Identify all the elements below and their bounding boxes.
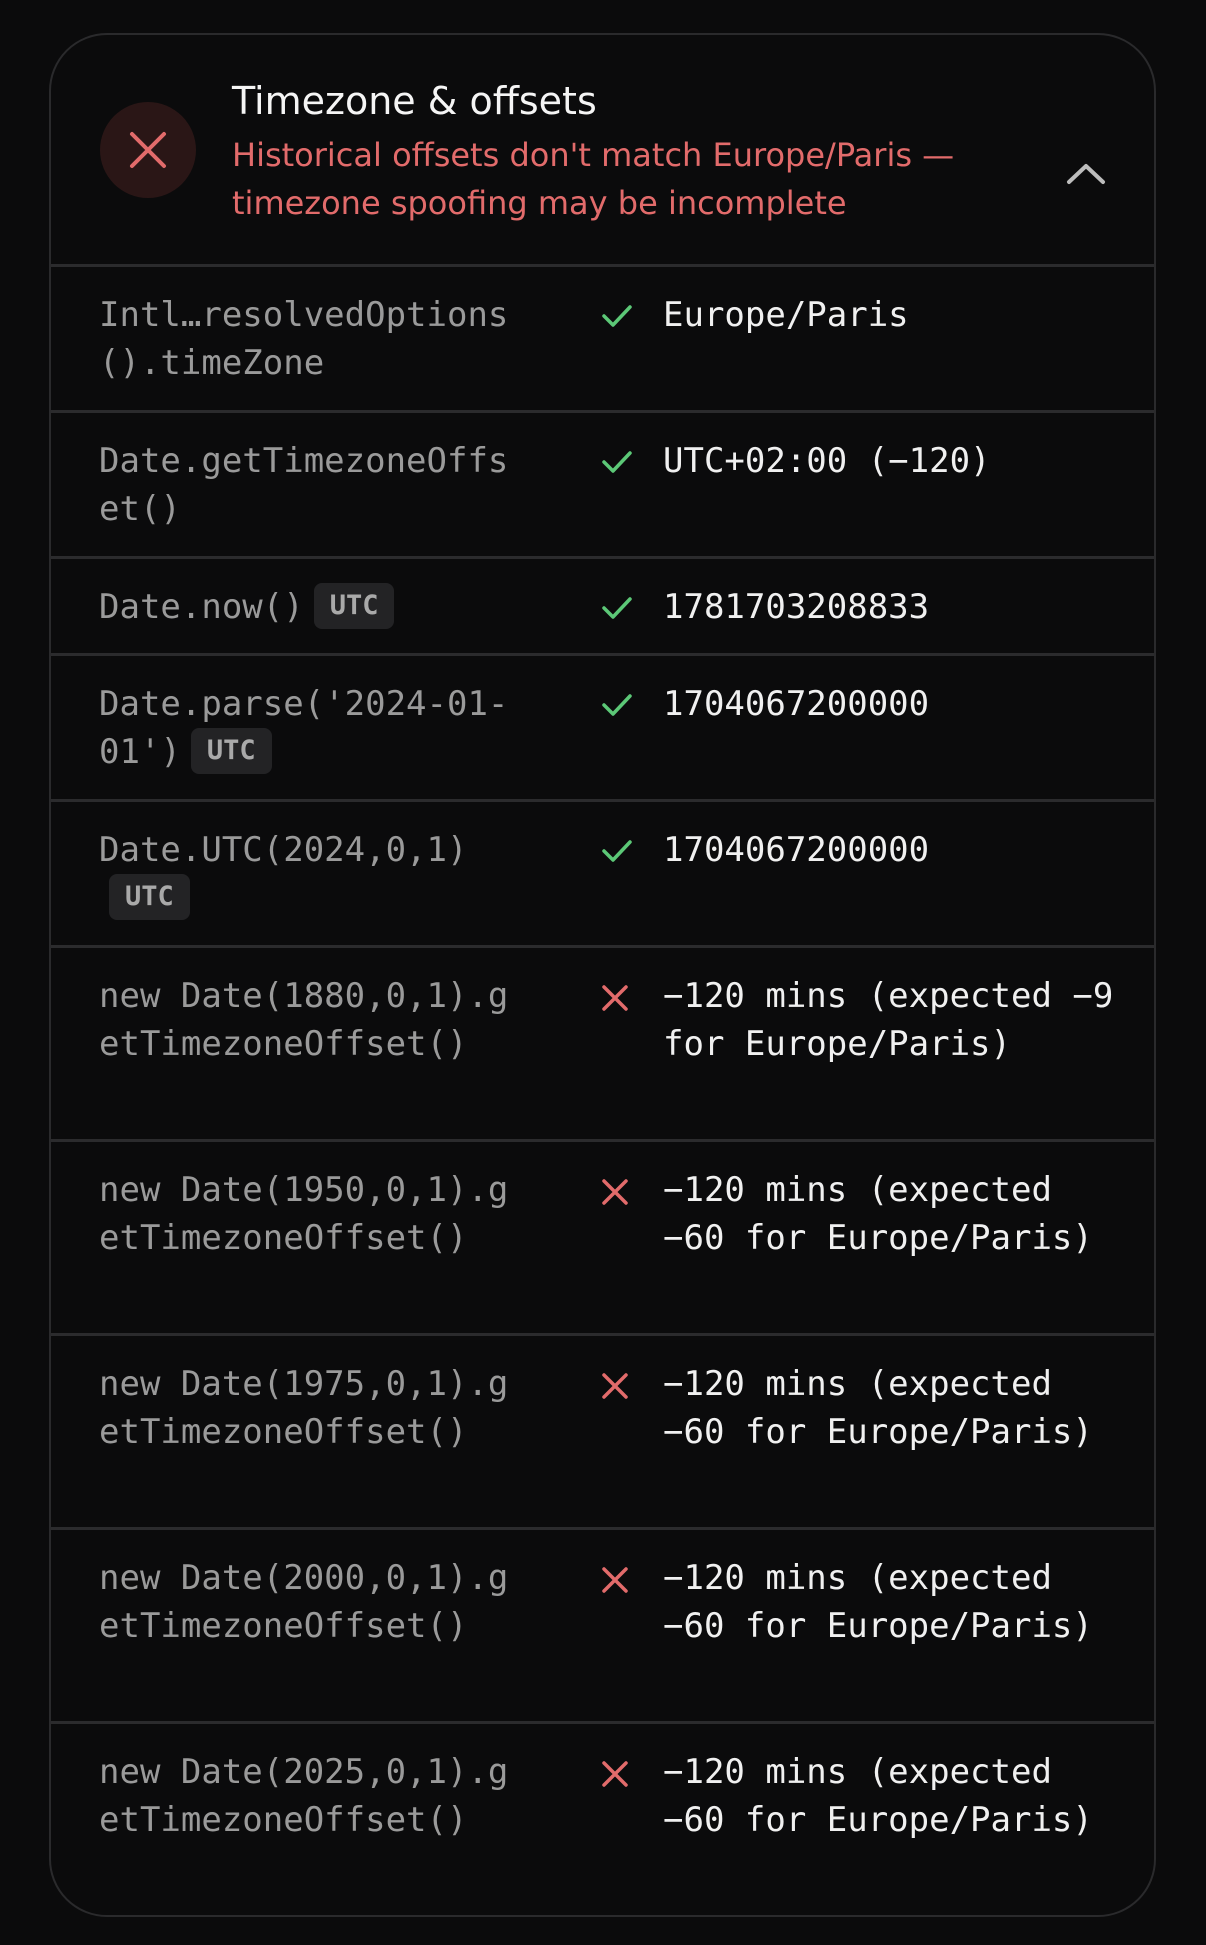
check-value: −120 mins (expected −60 for Europe/Paris…	[663, 1752, 1093, 1840]
check-key-label: Date.now()	[99, 587, 304, 627]
check-value: −120 mins (expected −60 for Europe/Paris…	[663, 1170, 1093, 1258]
check-key: new Date(2025,0,1).getTimezoneOffset()	[99, 1748, 519, 1844]
timezone-panel: Timezone & offsets Historical offsets do…	[49, 33, 1156, 1917]
check-key-label: new Date(2025,0,1).getTimezoneOffset()	[99, 1752, 509, 1840]
cross-icon	[597, 1748, 637, 1796]
check-key-label: new Date(1950,0,1).getTimezoneOffset()	[99, 1170, 509, 1258]
check-value: 1704067200000	[663, 684, 930, 724]
check-key-label: Intl…resolvedOptions().timeZone	[99, 295, 509, 383]
check-key: Date.getTimezoneOffset()	[99, 437, 519, 533]
collapse-button[interactable]	[1056, 155, 1116, 215]
table-row: new Date(1950,0,1).getTimezoneOffset() −1…	[51, 1142, 1154, 1336]
check-key-label: Date.parse('2024-01-01')	[99, 684, 509, 772]
chevron-up-icon	[1056, 164, 1116, 199]
cross-icon	[597, 1554, 637, 1602]
check-key-label: new Date(1880,0,1).getTimezoneOffset()	[99, 976, 509, 1064]
table-row: new Date(2000,0,1).getTimezoneOffset() −1…	[51, 1530, 1154, 1724]
check-icon	[597, 826, 637, 874]
cross-icon	[597, 1166, 637, 1214]
check-value: UTC+02:00 (−120)	[663, 441, 991, 481]
check-key: new Date(1880,0,1).getTimezoneOffset()	[99, 972, 519, 1068]
check-key: new Date(1950,0,1).getTimezoneOffset()	[99, 1166, 519, 1262]
cross-icon	[597, 972, 637, 1020]
check-icon	[597, 437, 637, 485]
table-row: Date.getTimezoneOffset() UTC+02:00 (−120)	[51, 413, 1154, 559]
check-value: 1704067200000	[663, 830, 930, 870]
check-list: Intl…resolvedOptions().timeZone Europe/Pa…	[51, 267, 1154, 1915]
check-key-label: Date.getTimezoneOffset()	[99, 441, 509, 529]
check-value: −120 mins (expected −60 for Europe/Paris…	[663, 1364, 1093, 1452]
check-value: −120 mins (expected −60 for Europe/Paris…	[663, 1558, 1093, 1646]
utc-badge: UTC	[109, 874, 190, 920]
check-key: new Date(2000,0,1).getTimezoneOffset()	[99, 1554, 519, 1650]
cross-icon	[597, 1360, 637, 1408]
check-key-label: new Date(2000,0,1).getTimezoneOffset()	[99, 1558, 509, 1646]
status-badge	[100, 102, 196, 198]
panel-subtitle: Historical offsets don't match Europe/Pa…	[232, 136, 955, 222]
check-value: 1781703208833	[663, 587, 930, 627]
panel-header[interactable]: Timezone & offsets Historical offsets do…	[51, 35, 1154, 267]
check-value: −120 mins (expected −9 for Europe/Paris)	[663, 976, 1114, 1064]
check-key-label: Date.UTC(2024,0,1)	[99, 830, 468, 870]
check-key: Date.parse('2024-01-01') UTC	[99, 680, 519, 776]
check-icon	[597, 680, 637, 728]
check-key: Intl…resolvedOptions().timeZone	[99, 291, 519, 387]
check-key: new Date(1975,0,1).getTimezoneOffset()	[99, 1360, 519, 1456]
check-key: Date.now() UTC	[99, 583, 519, 631]
check-key-label: new Date(1975,0,1).getTimezoneOffset()	[99, 1364, 509, 1452]
table-row: Date.UTC(2024,0,1)UTC 1704067200000	[51, 802, 1154, 948]
table-row: Date.now() UTC 1781703208833	[51, 559, 1154, 656]
utc-badge: UTC	[190, 728, 272, 774]
check-value: Europe/Paris	[663, 295, 909, 335]
table-row: new Date(2025,0,1).getTimezoneOffset() −1…	[51, 1724, 1154, 1915]
table-row: new Date(1975,0,1).getTimezoneOffset() −1…	[51, 1336, 1154, 1530]
check-icon	[597, 291, 637, 339]
table-row: Date.parse('2024-01-01') UTC 1704067200000	[51, 656, 1154, 802]
table-row: Intl…resolvedOptions().timeZone Europe/Pa…	[51, 267, 1154, 413]
panel-title: Timezone & offsets	[232, 79, 597, 123]
utc-badge: UTC	[313, 583, 395, 629]
check-key: Date.UTC(2024,0,1)UTC	[99, 826, 519, 922]
check-icon	[597, 583, 637, 631]
table-row: new Date(1880,0,1).getTimezoneOffset() −1…	[51, 948, 1154, 1142]
